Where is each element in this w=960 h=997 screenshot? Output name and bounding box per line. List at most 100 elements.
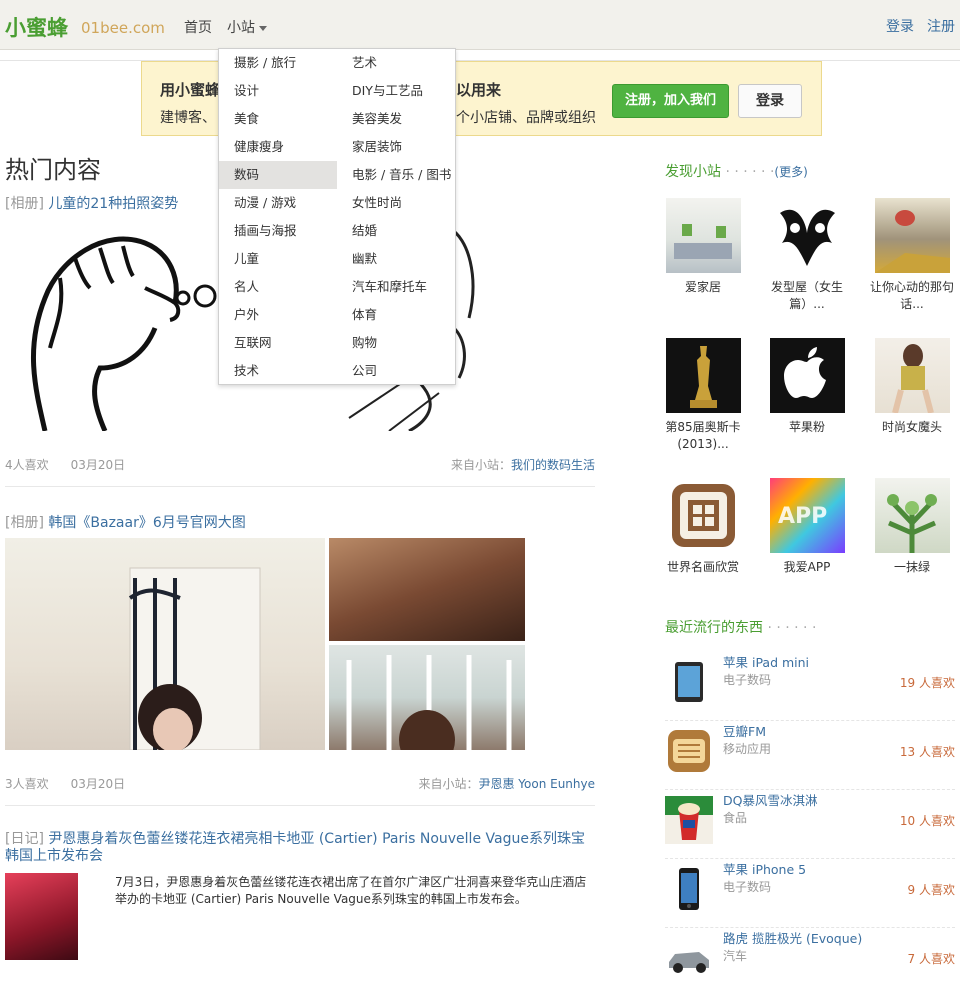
post-date: 03月20日 <box>70 777 126 791</box>
dropdown-menu-item[interactable]: 插画与海报 <box>219 217 337 245</box>
post-photo-1[interactable] <box>5 538 325 750</box>
site-tile[interactable]: 时尚女魔头 <box>867 338 957 436</box>
site-name: 让你心动的那句话... <box>869 280 954 311</box>
banner-title-tail: 以用来 <box>456 81 502 99</box>
dropdown-menu-item[interactable]: 汽车和摩托车 <box>337 273 455 301</box>
header-login-link[interactable]: 登录 <box>886 16 914 36</box>
post-source-label: 来自小站： <box>418 777 479 791</box>
dropdown-menu-item[interactable]: 家居装饰 <box>337 133 455 161</box>
post-source: 来自小站：我们的数码生活 <box>451 456 595 473</box>
trending-item-likes: 13 人喜欢 <box>899 745 955 759</box>
dropdown-menu-item[interactable]: 儿童 <box>219 245 337 273</box>
dropdown-menu-item[interactable]: 电影 / 音乐 / 图书 <box>337 161 455 189</box>
trending-item-name[interactable]: 苹果 iPhone 5 <box>723 859 806 878</box>
site-tile[interactable]: 让你心动的那句话... <box>867 198 957 313</box>
trending-item-name[interactable]: 豆瓣FM <box>723 721 766 740</box>
iphone-icon <box>665 865 713 913</box>
dropdown-menu-item[interactable]: 购物 <box>337 329 455 357</box>
trending-item-category: 电子数码 <box>723 880 772 894</box>
trending-item[interactable]: DQ暴风雪冰淇淋 食品 10 人喜欢 <box>665 790 955 859</box>
post-type-tag: [日记] <box>5 831 44 847</box>
site-thumb <box>665 478 741 553</box>
post-thumbnail[interactable] <box>5 873 78 960</box>
site-tile[interactable]: 苹果粉 <box>762 338 852 436</box>
dropdown-menu-item[interactable]: 幽默 <box>337 245 455 273</box>
site-tile[interactable]: 一抹绿 <box>867 478 957 576</box>
site-thumb <box>874 338 950 414</box>
top-navbar: 小蜜蜂 01bee.com 首页 小站 登录 注册 <box>0 0 960 50</box>
site-name: 时尚女魔头 <box>881 420 942 434</box>
site-logo[interactable]: 小蜜蜂 <box>5 12 68 42</box>
dropdown-menu-item[interactable]: 健康瘦身 <box>219 133 337 161</box>
dropdown-menu-item[interactable]: 美容美发 <box>337 105 455 133</box>
dropdown-menu-item[interactable]: 女性时尚 <box>337 189 455 217</box>
trending-heading-text: 最近流行的东西 <box>665 620 763 636</box>
sites-dropdown-menu: 摄影 / 旅行 设计 美食 健康瘦身 数码 动漫 / 游戏 插画与海报 儿童 名人 户外 互联网 技术… <box>218 48 456 385</box>
dropdown-menu-item[interactable]: 数码 <box>219 161 337 189</box>
banner-login-button[interactable]: 登录 <box>738 84 802 118</box>
discover-more-link[interactable]: (更多) <box>774 165 807 179</box>
header-register-link[interactable]: 注册 <box>927 16 955 36</box>
post-likes[interactable]: 4人喜欢 <box>5 458 49 472</box>
dropdown-menu-item[interactable]: 名人 <box>219 273 337 301</box>
trending-item-category: 食品 <box>723 811 748 825</box>
dropdown-menu-item[interactable]: DIY与工艺品 <box>337 77 455 105</box>
dropdown-menu-item[interactable]: 技术 <box>219 357 337 385</box>
post-likes[interactable]: 3人喜欢 <box>5 777 49 791</box>
dropdown-menu-item[interactable]: 动漫 / 游戏 <box>219 189 337 217</box>
radio-icon <box>665 727 713 775</box>
trending-item-category: 移动应用 <box>723 742 772 756</box>
trending-item-likes: 7 人喜欢 <box>907 952 955 966</box>
dropdown-menu-item[interactable]: 结婚 <box>337 217 455 245</box>
post-source-link[interactable]: 尹恩惠 Yoon Eunhye <box>478 777 595 791</box>
trending-item[interactable]: 路虎 揽胜极光 (Evoque) 汽车 7 人喜欢 <box>665 928 955 997</box>
nav-home-link[interactable]: 首页 <box>184 17 212 37</box>
discover-heading-text: 发现小站 <box>665 164 721 180</box>
post-photo-3[interactable] <box>329 645 525 750</box>
site-thumb <box>874 198 950 273</box>
trending-item[interactable]: 苹果 iPad mini 电子数码 19 人喜欢 <box>665 652 955 721</box>
dropdown-menu-item[interactable]: 户外 <box>219 301 337 329</box>
site-tile[interactable]: APP 我爱APP <box>762 478 852 576</box>
site-tile[interactable]: 发型屋（女生篇）... <box>762 198 852 313</box>
site-tile[interactable]: 世界名画欣赏 <box>658 478 748 576</box>
site-name: 我爱APP <box>783 560 831 574</box>
dropdown-menu-item[interactable]: 公司 <box>337 357 455 385</box>
dropdown-menu-item[interactable]: 体育 <box>337 301 455 329</box>
dropdown-menu-item[interactable]: 摄影 / 旅行 <box>219 49 337 77</box>
site-name: 苹果粉 <box>788 420 825 434</box>
site-thumb <box>665 198 741 273</box>
dropdown-menu-item[interactable]: 设计 <box>219 77 337 105</box>
dropdown-menu-item[interactable]: 互联网 <box>219 329 337 357</box>
site-name: 一抹绿 <box>893 560 930 574</box>
post-title-text: 儿童的21种拍照姿势 <box>48 196 179 212</box>
dropdown-menu-item[interactable]: 艺术 <box>337 49 455 77</box>
post-title-link[interactable]: [日记] 尹恩惠身着灰色蕾丝镂花连衣裙亮相卡地亚 (Cartier) Paris… <box>5 831 595 865</box>
trending-item-name[interactable]: 苹果 iPad mini <box>723 652 809 671</box>
svg-text:APP: APP <box>778 504 827 529</box>
post-date: 03月20日 <box>70 458 126 472</box>
site-tile[interactable]: 爱家居 <box>658 198 748 296</box>
trending-item[interactable]: 苹果 iPhone 5 电子数码 9 人喜欢 <box>665 859 955 928</box>
trending-item-likes: 10 人喜欢 <box>899 814 955 828</box>
join-button[interactable]: 注册，加入我们 <box>612 84 729 118</box>
banner-subtitle: 建博客、 <box>160 110 216 126</box>
post-source: 来自小站：尹恩惠 Yoon Eunhye <box>418 775 595 792</box>
trending-item-name[interactable]: 路虎 揽胜极光 (Evoque) <box>723 928 862 947</box>
post-photo-2[interactable] <box>329 538 525 641</box>
post-title-text: 韩国《Bazaar》6月号官网大图 <box>48 515 246 531</box>
site-thumb <box>874 478 950 553</box>
trending-item[interactable]: 豆瓣FM 移动应用 13 人喜欢 <box>665 721 955 790</box>
post-source-link[interactable]: 我们的数码生活 <box>511 458 595 472</box>
dropdown-menu-item[interactable]: 美食 <box>219 105 337 133</box>
banner-subtitle-tail: 个小店铺、品牌或组织 <box>456 110 596 126</box>
post-title-link[interactable]: [相册] 儿童的21种拍照姿势 <box>5 193 178 213</box>
nav-sites-menu[interactable]: 小站 <box>227 17 267 37</box>
trending-item-category: 电子数码 <box>723 673 772 687</box>
trending-item-name[interactable]: DQ暴风雪冰淇淋 <box>723 790 817 809</box>
site-tile[interactable]: 第85届奥斯卡(2013)... <box>658 338 748 453</box>
ice-cream-icon <box>665 796 713 844</box>
site-name: 第85届奥斯卡(2013)... <box>665 420 741 451</box>
post-title-link[interactable]: [相册] 韩国《Bazaar》6月号官网大图 <box>5 512 246 532</box>
site-thumb <box>769 198 845 273</box>
